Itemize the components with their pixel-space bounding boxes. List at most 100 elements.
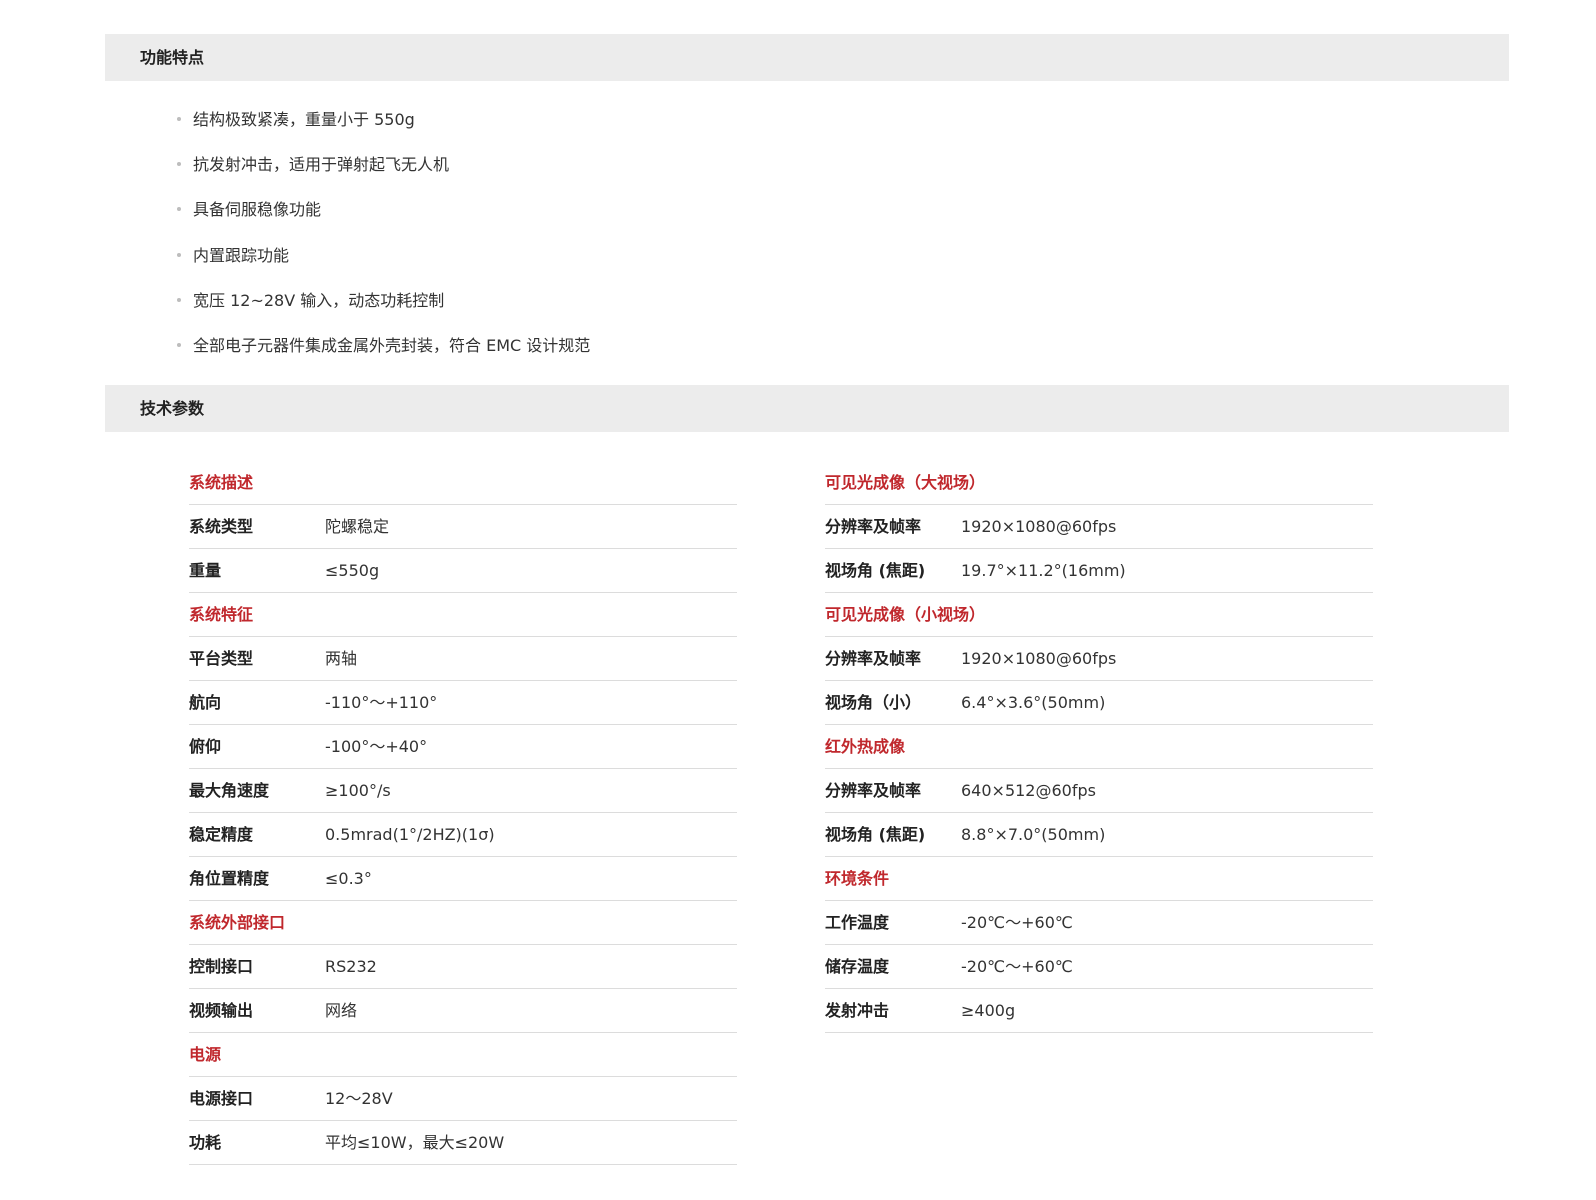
spec-label: 储存温度: [825, 957, 890, 976]
feature-item: 抗发射冲击，适用于弹射起飞无人机: [175, 142, 590, 187]
spec-group-header: 电源: [189, 1033, 737, 1077]
spec-label: 电源接口: [189, 1089, 254, 1108]
specs-title: 技术参数: [140, 399, 205, 418]
spec-value: -20℃～+60℃: [961, 957, 1073, 976]
spec-group-title: 电源: [189, 1045, 222, 1064]
feature-text: 宽压 12~28V 输入，动态功耗控制: [193, 290, 445, 310]
bullet-icon: [177, 117, 181, 121]
spec-value: -100°～+40°: [325, 737, 428, 756]
spec-row: 电源接口 12～28V: [189, 1077, 737, 1121]
spec-row: 角位置精度 ≤0.3°: [189, 857, 737, 901]
spec-label: 重量: [189, 561, 222, 580]
spec-group-title: 系统外部接口: [189, 913, 286, 932]
spec-table-right: 可见光成像（大视场） 分辨率及帧率 1920×1080@60fps 视场角 (焦距) 1…: [825, 461, 1373, 1033]
spec-row: 发射冲击 ≥400g: [825, 989, 1373, 1033]
spec-row: 最大角速度 ≥100°/s: [189, 769, 737, 813]
spec-value: 12～28V: [325, 1089, 393, 1108]
bullet-icon: [177, 162, 181, 167]
spec-value: ≤550g: [325, 561, 380, 580]
spec-row: 平台类型 两轴: [189, 637, 737, 681]
spec-value: -20℃～+60℃: [961, 913, 1073, 932]
spec-label: 航向: [189, 693, 222, 712]
spec-row: 分辨率及帧率 640×512@60fps: [825, 769, 1373, 813]
spec-row: 视场角 (焦距) 19.7°×11.2°(16mm): [825, 549, 1373, 593]
bullet-icon: [177, 342, 181, 347]
spec-value: ≥100°/s: [325, 781, 391, 800]
spec-label: 工作温度: [825, 913, 890, 932]
spec-label: 系统类型: [189, 517, 254, 536]
spec-value: ≥400g: [961, 1001, 1016, 1020]
bullet-icon: [177, 297, 181, 302]
bullet-icon: [177, 252, 181, 257]
spec-value: 0.5mrad(1°/2HZ)(1σ): [325, 825, 495, 844]
feature-item: 全部电子元器件集成金属外壳封装，符合 EMC 设计规范: [175, 323, 590, 368]
feature-item: 宽压 12~28V 输入，动态功耗控制: [175, 278, 590, 323]
features-header: 功能特点: [105, 34, 1509, 81]
feature-list: 结构极致紧凑，重量小于 550g 抗发射冲击，适用于弹射起飞无人机 具备伺服稳像…: [175, 97, 590, 368]
spec-group-title: 环境条件: [825, 869, 890, 888]
spec-group-title: 可见光成像（小视场）: [825, 605, 986, 624]
spec-label: 视频输出: [189, 1001, 254, 1020]
bullet-icon: [177, 207, 181, 212]
spec-value: ≤0.3°: [325, 869, 372, 888]
spec-group-header: 系统描述: [189, 461, 737, 505]
spec-label: 发射冲击: [825, 1001, 890, 1020]
spec-value: 1920×1080@60fps: [961, 517, 1117, 536]
spec-group-header: 红外热成像: [825, 725, 1373, 769]
feature-text: 具备伺服稳像功能: [193, 200, 322, 220]
spec-value: 8.8°×7.0°(50mm): [961, 825, 1106, 844]
spec-label: 视场角 (焦距): [825, 561, 926, 580]
spec-row: 系统类型 陀螺稳定: [189, 505, 737, 549]
spec-label: 控制接口: [189, 957, 254, 976]
spec-row: 功耗 平均≤10W，最大≤20W: [189, 1121, 737, 1165]
spec-label: 俯仰: [189, 737, 222, 756]
feature-text: 内置跟踪功能: [193, 245, 290, 265]
spec-group-title: 系统特征: [189, 605, 254, 624]
spec-value: 陀螺稳定: [325, 517, 390, 536]
spec-row: 工作温度 -20℃～+60℃: [825, 901, 1373, 945]
spec-row: 分辨率及帧率 1920×1080@60fps: [825, 637, 1373, 681]
spec-value: 640×512@60fps: [961, 781, 1096, 800]
features-title: 功能特点: [140, 48, 205, 67]
spec-row: 视场角（小） 6.4°×3.6°(50mm): [825, 681, 1373, 725]
spec-row: 稳定精度 0.5mrad(1°/2HZ)(1σ): [189, 813, 737, 857]
spec-row: 储存温度 -20℃～+60℃: [825, 945, 1373, 989]
spec-label: 分辨率及帧率: [825, 517, 922, 536]
feature-text: 结构极致紧凑，重量小于 550g: [193, 110, 415, 129]
feature-text: 全部电子元器件集成金属外壳封装，符合 EMC 设计规范: [193, 335, 591, 355]
spec-label: 分辨率及帧率: [825, 781, 922, 800]
spec-value: 19.7°×11.2°(16mm): [961, 561, 1126, 580]
spec-table-left: 系统描述系统类型 陀螺稳定重量 ≤550g 系统特征平台类型 两轴航向 -110°～+11…: [189, 461, 737, 1165]
spec-label: 视场角 (焦距): [825, 825, 926, 844]
spec-group-title: 系统描述: [189, 473, 254, 492]
spec-value: RS232: [325, 957, 377, 976]
spec-value: 两轴: [325, 649, 358, 668]
spec-value: 网络: [325, 1001, 358, 1020]
feature-item: 结构极致紧凑，重量小于 550g: [175, 97, 590, 142]
spec-value: 6.4°×3.6°(50mm): [961, 693, 1106, 712]
spec-label: 平台类型: [189, 649, 254, 668]
spec-value: 1920×1080@60fps: [961, 649, 1117, 668]
spec-row: 俯仰 -100°～+40°: [189, 725, 737, 769]
spec-group-title: 可见光成像（大视场）: [825, 473, 986, 492]
spec-group-header: 环境条件: [825, 857, 1373, 901]
spec-label: 功耗: [189, 1133, 222, 1152]
spec-value: 平均≤10W，最大≤20W: [325, 1133, 505, 1152]
spec-label: 最大角速度: [189, 781, 270, 800]
feature-text: 抗发射冲击，适用于弹射起飞无人机: [193, 155, 450, 175]
spec-label: 角位置精度: [189, 869, 270, 888]
spec-label: 视场角（小）: [825, 693, 922, 712]
spec-row: 控制接口 RS232: [189, 945, 737, 989]
spec-label: 稳定精度: [189, 825, 254, 844]
spec-row: 分辨率及帧率 1920×1080@60fps: [825, 505, 1373, 549]
spec-group-header: 系统特征: [189, 593, 737, 637]
spec-group-header: 可见光成像（小视场）: [825, 593, 1373, 637]
specs-header: 技术参数: [105, 385, 1509, 432]
feature-item: 内置跟踪功能: [175, 233, 590, 278]
spec-row: 重量 ≤550g: [189, 549, 737, 593]
spec-label: 分辨率及帧率: [825, 649, 922, 668]
spec-row: 航向 -110°～+110°: [189, 681, 737, 725]
spec-group-title: 红外热成像: [825, 737, 906, 756]
spec-value: -110°～+110°: [325, 693, 438, 712]
spec-group-header: 系统外部接口: [189, 901, 737, 945]
